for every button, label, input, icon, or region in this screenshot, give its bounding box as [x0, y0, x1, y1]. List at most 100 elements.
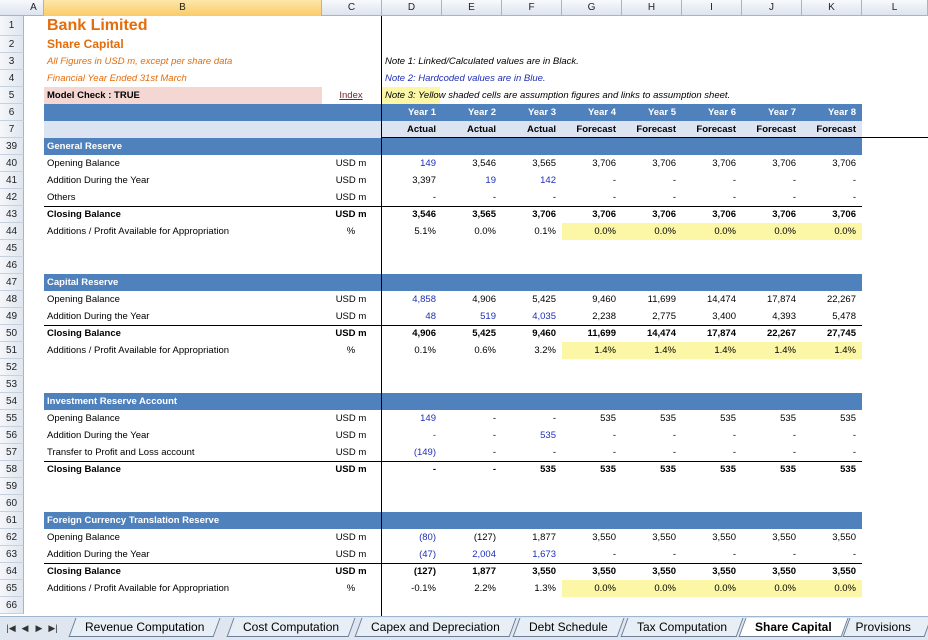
row-label[interactable]: Additions / Profit Available for Appropr…	[44, 223, 322, 240]
value-cell[interactable]: 14,474	[682, 291, 742, 308]
sheet-subtitle[interactable]: Share Capital	[44, 36, 124, 53]
value-cell[interactable]: 3,706	[622, 155, 682, 172]
value-cell[interactable]: 535	[742, 461, 802, 478]
row-label[interactable]: Closing Balance	[44, 563, 322, 580]
value-cell[interactable]: 2,004	[442, 546, 502, 563]
note-2[interactable]: Note 2: Hardcoded values are in Blue.	[382, 70, 546, 87]
row-label[interactable]: Opening Balance	[44, 291, 322, 308]
year-header-2[interactable]: Year 2	[442, 104, 502, 121]
row-unit[interactable]: USD m	[322, 461, 380, 478]
first-sheet-icon[interactable]: |◀	[6, 622, 16, 634]
value-cell[interactable]: 3,550	[742, 563, 802, 580]
period-header-4[interactable]: Forecast	[562, 121, 622, 138]
prev-sheet-icon[interactable]: ◀	[20, 622, 30, 634]
value-cell[interactable]: 3.2%	[502, 342, 562, 359]
row-header-58[interactable]: 58	[0, 461, 24, 478]
row-header-64[interactable]: 64	[0, 563, 24, 580]
row-header-60[interactable]: 60	[0, 495, 24, 512]
period-header-3[interactable]: Actual	[502, 121, 562, 138]
row-label[interactable]: Additions / Profit Available for Appropr…	[44, 342, 322, 359]
value-cell[interactable]: -	[442, 189, 502, 206]
value-cell[interactable]: 22,267	[742, 325, 802, 342]
value-cell[interactable]: 3,397	[382, 172, 442, 189]
value-cell[interactable]: 0.1%	[502, 223, 562, 240]
value-cell[interactable]: (127)	[382, 563, 442, 580]
value-cell[interactable]: 0.0%	[562, 223, 622, 240]
year-header-6[interactable]: Year 6	[682, 104, 742, 121]
value-cell[interactable]: -	[382, 427, 442, 444]
row-header-54[interactable]: 54	[0, 393, 24, 410]
value-cell[interactable]: 535	[622, 461, 682, 478]
value-cell[interactable]: 0.0%	[622, 223, 682, 240]
row-unit[interactable]: USD m	[322, 206, 380, 223]
value-cell[interactable]: 0.0%	[562, 580, 622, 597]
value-cell[interactable]: 0.0%	[682, 223, 742, 240]
period-header-8[interactable]: Forecast	[802, 121, 862, 138]
row-label[interactable]: Opening Balance	[44, 155, 322, 172]
row-unit[interactable]: USD m	[322, 563, 380, 580]
value-cell[interactable]: -	[742, 189, 802, 206]
row-header-55[interactable]: 55	[0, 410, 24, 427]
row-header-41[interactable]: 41	[0, 172, 24, 189]
row-header-4[interactable]: 4	[0, 70, 24, 87]
year-header-7[interactable]: Year 7	[742, 104, 802, 121]
value-cell[interactable]: 0.0%	[442, 223, 502, 240]
row-unit[interactable]: %	[322, 342, 380, 359]
value-cell[interactable]: -0.1%	[382, 580, 442, 597]
value-cell[interactable]: 3,550	[682, 529, 742, 546]
row-unit[interactable]: USD m	[322, 189, 380, 206]
value-cell[interactable]: 535	[502, 461, 562, 478]
value-cell[interactable]: 3,565	[502, 155, 562, 172]
index-link[interactable]: Index	[322, 87, 380, 104]
value-cell[interactable]: 0.0%	[742, 580, 802, 597]
value-cell[interactable]: 3,706	[562, 155, 622, 172]
value-cell[interactable]: 0.1%	[382, 342, 442, 359]
year-header-4[interactable]: Year 4	[562, 104, 622, 121]
value-cell[interactable]: 4,906	[382, 325, 442, 342]
value-cell[interactable]: 1.4%	[802, 342, 862, 359]
value-cell[interactable]: 3,550	[682, 563, 742, 580]
row-header-43[interactable]: 43	[0, 206, 24, 223]
value-cell[interactable]: 5,478	[802, 308, 862, 325]
value-cell[interactable]: 1,673	[502, 546, 562, 563]
value-cell[interactable]: (47)	[382, 546, 442, 563]
row-header-50[interactable]: 50	[0, 325, 24, 342]
row-header-48[interactable]: 48	[0, 291, 24, 308]
value-cell[interactable]: 3,550	[562, 529, 622, 546]
row-header-63[interactable]: 63	[0, 546, 24, 563]
value-cell[interactable]: 3,706	[562, 206, 622, 223]
value-cell[interactable]: -	[622, 444, 682, 461]
year-header-8[interactable]: Year 8	[802, 104, 862, 121]
value-cell[interactable]: 3,706	[742, 206, 802, 223]
value-cell[interactable]: -	[742, 546, 802, 563]
row-header-42[interactable]: 42	[0, 189, 24, 206]
value-cell[interactable]: -	[802, 546, 862, 563]
value-cell[interactable]: 2,238	[562, 308, 622, 325]
section-header[interactable]: Capital Reserve	[44, 274, 862, 291]
value-cell[interactable]: -	[682, 189, 742, 206]
value-cell[interactable]: -	[442, 427, 502, 444]
row-unit[interactable]: USD m	[322, 172, 380, 189]
row-label[interactable]: Opening Balance	[44, 410, 322, 427]
column-header-c[interactable]: C	[322, 0, 382, 16]
value-cell[interactable]: 5.1%	[382, 223, 442, 240]
value-cell[interactable]: -	[802, 427, 862, 444]
value-cell[interactable]: -	[682, 427, 742, 444]
value-cell[interactable]: 0.0%	[682, 580, 742, 597]
row-unit[interactable]: %	[322, 580, 380, 597]
row-label[interactable]: Closing Balance	[44, 206, 322, 223]
value-cell[interactable]: -	[622, 546, 682, 563]
row-header-46[interactable]: 46	[0, 257, 24, 274]
value-cell[interactable]: 3,706	[742, 155, 802, 172]
value-cell[interactable]: 1.4%	[682, 342, 742, 359]
value-cell[interactable]: -	[622, 427, 682, 444]
value-cell[interactable]: 3,550	[742, 529, 802, 546]
value-cell[interactable]: 19	[442, 172, 502, 189]
value-cell[interactable]: -	[682, 172, 742, 189]
value-cell[interactable]: -	[802, 189, 862, 206]
note-3[interactable]: Note 3: Yellow shaded cells are assumpti…	[382, 87, 730, 104]
row-header-6[interactable]: 6	[0, 104, 24, 121]
column-header-b[interactable]: B	[44, 0, 322, 16]
row-unit[interactable]: USD m	[322, 444, 380, 461]
sheet-tab-share-capital[interactable]: Share Capital	[738, 618, 849, 637]
